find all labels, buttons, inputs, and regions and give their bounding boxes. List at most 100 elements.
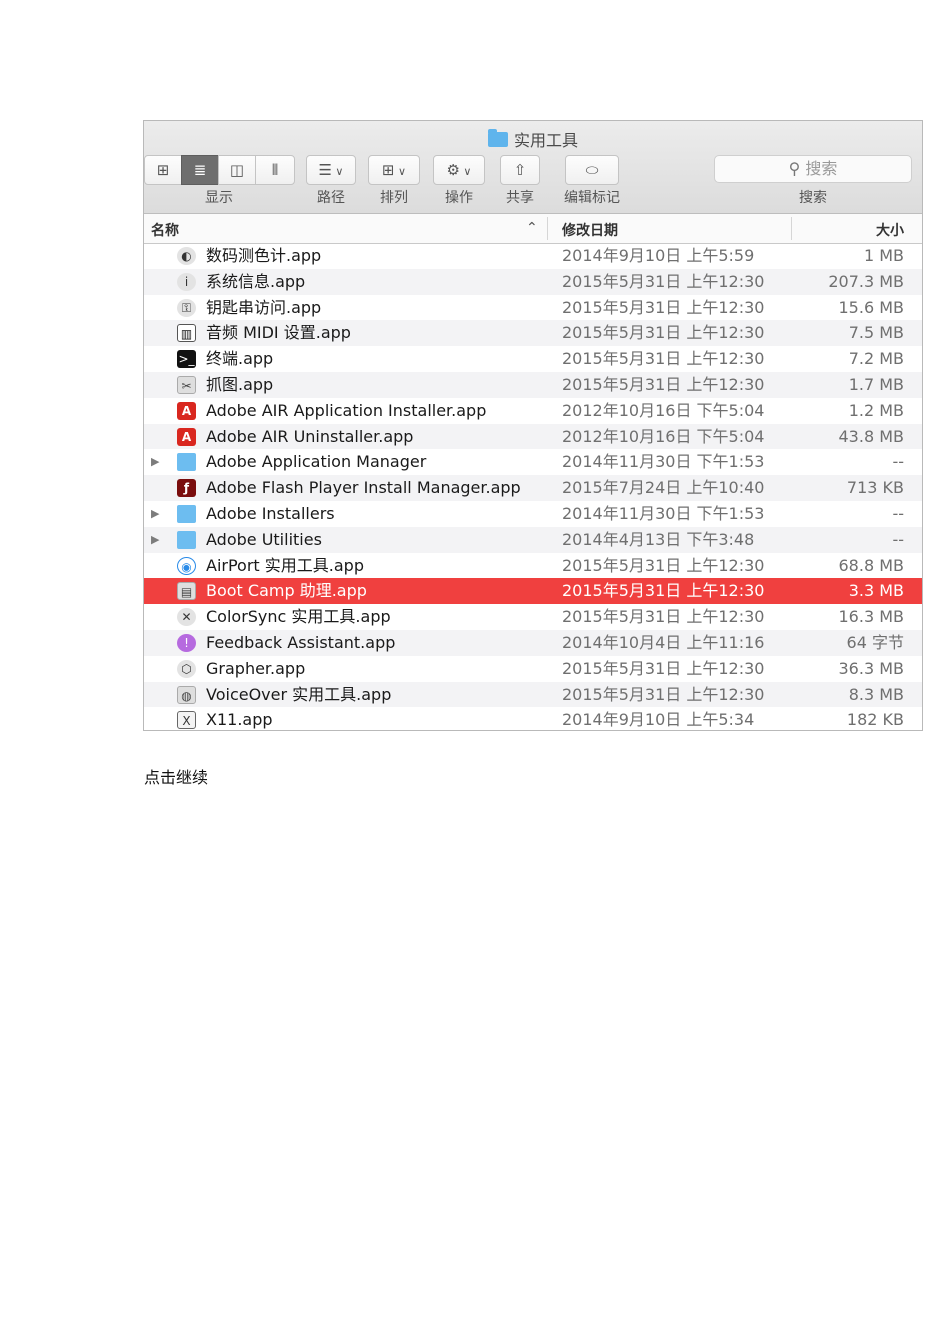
file-row[interactable]: i 系统信息.app 2015年5月31日 上午12:30 207.3 MB bbox=[144, 268, 922, 295]
date-column-header[interactable]: 修改日期 bbox=[562, 220, 618, 240]
file-name: VoiceOver 实用工具.app bbox=[206, 684, 392, 704]
sort-ascending-icon[interactable]: ⌃ bbox=[526, 220, 538, 236]
disclosure-triangle-icon[interactable]: ▶ bbox=[151, 501, 163, 527]
file-date: 2015年5月31日 上午12:30 bbox=[562, 271, 765, 291]
file-row[interactable]: ▤ Boot Camp 助理.app 2015年5月31日 上午12:30 3.3 M… bbox=[144, 578, 922, 605]
file-name: AirPort 实用工具.app bbox=[206, 555, 364, 575]
file-size: 1 MB bbox=[863, 246, 904, 265]
toolbar: 实用工具 ⊞ ≣ ◫ ⫴ 显示 ☰ ∨ 路径 ⊞ ∨ 排列 ⚙ ∨ 操作 ⇧ 共… bbox=[144, 121, 922, 214]
folder-icon bbox=[177, 453, 196, 472]
path-icon: ☰ bbox=[318, 161, 332, 179]
search-placeholder: 搜索 bbox=[805, 159, 838, 178]
file-size: 1.2 MB bbox=[848, 400, 904, 420]
file-date: 2015年5月31日 上午12:30 bbox=[562, 684, 765, 704]
x11-icon: X bbox=[177, 711, 196, 730]
bootcamp-icon: ▤ bbox=[177, 582, 196, 601]
path-button[interactable]: ☰ ∨ bbox=[306, 155, 356, 185]
arrange-icon: ⊞ bbox=[381, 161, 395, 179]
column-header: 名称 ⌃ 修改日期 大小 bbox=[144, 214, 922, 244]
window-title: 实用工具 bbox=[144, 127, 922, 151]
file-name: Adobe AIR Application Installer.app bbox=[206, 400, 487, 420]
file-name: X11.app bbox=[206, 710, 273, 730]
file-name: Adobe Installers bbox=[206, 503, 335, 523]
search-icon: ⚲ bbox=[788, 159, 801, 178]
file-row[interactable]: ! Feedback Assistant.app 2014年10月4日 上午11:1… bbox=[144, 629, 922, 656]
file-row[interactable]: A Adobe AIR Application Installer.app 2012… bbox=[144, 398, 922, 424]
file-row[interactable]: ▶ Adobe Installers 2014年11月30日 下午1:53 -- bbox=[144, 501, 922, 527]
file-size: 1.7 MB bbox=[848, 374, 904, 394]
file-row[interactable]: A Adobe AIR Uninstaller.app 2012年10月16日 下午… bbox=[144, 423, 922, 450]
file-row[interactable]: X X11.app 2014年9月10日 上午5:34 182 KB bbox=[144, 707, 922, 730]
file-name: Grapher.app bbox=[206, 658, 306, 678]
file-size: -- bbox=[892, 452, 904, 472]
folder-icon bbox=[177, 530, 196, 549]
action-button[interactable]: ⚙ ∨ bbox=[433, 155, 485, 185]
size-column-header[interactable]: 大小 bbox=[876, 220, 904, 240]
file-name: ColorSync 实用工具.app bbox=[206, 607, 391, 627]
column-view-button[interactable]: ◫ bbox=[218, 155, 256, 185]
file-name: 钥匙串访问.app bbox=[206, 297, 322, 317]
tag-icon: ⬭ bbox=[585, 161, 599, 179]
list-view-button[interactable]: ≣ bbox=[181, 155, 219, 185]
file-size: 182 KB bbox=[846, 710, 904, 730]
file-row[interactable]: ◍ VoiceOver 实用工具.app 2015年5月31日 上午12:30 8.3… bbox=[144, 681, 922, 708]
file-size: 43.8 MB bbox=[838, 426, 905, 446]
share-label: 共享 bbox=[506, 190, 534, 206]
share-button[interactable]: ⇧ bbox=[500, 155, 540, 185]
file-name: Adobe Utilities bbox=[206, 529, 322, 549]
coverflow-view-button[interactable]: ⫴ bbox=[255, 155, 295, 185]
file-row[interactable]: ✕ ColorSync 实用工具.app 2015年5月31日 上午12:30 16.… bbox=[144, 604, 922, 630]
chevron-down-icon: ∨ bbox=[331, 165, 344, 178]
terminal-icon: >_ bbox=[177, 350, 196, 369]
file-row[interactable]: ▶ Adobe Utilities 2014年4月13日 下午3:48 -- bbox=[144, 526, 922, 553]
file-date: 2012年10月16日 下午5:04 bbox=[562, 426, 765, 446]
adobe-air-icon: A bbox=[177, 401, 196, 420]
file-row[interactable]: ◉ AirPort 实用工具.app 2015年5月31日 上午12:30 68.8 … bbox=[144, 553, 922, 579]
airport-icon: ◉ bbox=[177, 556, 196, 575]
file-row[interactable]: ⬡ Grapher.app 2015年5月31日 上午12:30 36.3 MB bbox=[144, 656, 922, 682]
file-row[interactable]: ✂ 抓图.app 2015年5月31日 上午12:30 1.7 MB bbox=[144, 371, 922, 398]
file-size: -- bbox=[892, 529, 904, 549]
finder-window: 实用工具 ⊞ ≣ ◫ ⫴ 显示 ☰ ∨ 路径 ⊞ ∨ 排列 ⚙ ∨ 操作 ⇧ 共… bbox=[143, 120, 923, 731]
file-date: 2015年5月31日 上午12:30 bbox=[562, 658, 765, 678]
file-row[interactable]: ▶ Adobe Application Manager 2014年11月30日 下午… bbox=[144, 449, 922, 475]
view-label: 显示 bbox=[205, 190, 233, 206]
file-date: 2015年5月31日 上午12:30 bbox=[562, 297, 765, 317]
arrange-button[interactable]: ⊞ ∨ bbox=[368, 155, 420, 185]
file-size: 36.3 MB bbox=[838, 658, 905, 678]
search-input[interactable]: ⚲ 搜索 bbox=[714, 155, 912, 183]
file-size: 64 字节 bbox=[846, 632, 904, 652]
file-size: 68.8 MB bbox=[838, 555, 905, 575]
file-date: 2015年7月24日 上午10:40 bbox=[562, 478, 765, 498]
file-date: 2015年5月31日 上午12:30 bbox=[562, 555, 765, 575]
file-row[interactable]: ƒ Adobe Flash Player Install Manager.app 2… bbox=[144, 475, 922, 501]
file-size: 7.2 MB bbox=[848, 349, 904, 369]
arrange-label: 排列 bbox=[380, 190, 408, 206]
file-date: 2015年5月31日 上午12:30 bbox=[562, 323, 765, 343]
file-name: 终端.app bbox=[206, 349, 274, 369]
file-row[interactable]: ⚿ 钥匙串访问.app 2015年5月31日 上午12:30 15.6 MB bbox=[144, 295, 922, 321]
name-column-header[interactable]: 名称 bbox=[151, 220, 179, 240]
column-divider[interactable] bbox=[547, 217, 548, 240]
icon-view-button[interactable]: ⊞ bbox=[144, 155, 182, 185]
colorsync-icon: ✕ bbox=[177, 608, 196, 627]
chevron-down-icon: ∨ bbox=[394, 165, 407, 178]
search-label: 搜索 bbox=[799, 190, 827, 206]
file-size: 713 KB bbox=[846, 478, 904, 498]
file-row[interactable]: ▥ 音频 MIDI 设置.app 2015年5月31日 上午12:30 7.5 MB bbox=[144, 320, 922, 347]
disclosure-triangle-icon[interactable]: ▶ bbox=[151, 449, 163, 475]
file-date: 2015年5月31日 上午12:30 bbox=[562, 349, 765, 369]
disclosure-triangle-icon[interactable]: ▶ bbox=[151, 527, 163, 553]
colormeter-icon: ◐ bbox=[177, 247, 196, 265]
icon-view-icon: ⊞ bbox=[156, 161, 170, 179]
file-row[interactable]: >_ 终端.app 2015年5月31日 上午12:30 7.2 MB bbox=[144, 346, 922, 372]
file-date: 2014年11月30日 下午1:53 bbox=[562, 503, 765, 523]
file-date: 2015年5月31日 上午12:30 bbox=[562, 374, 765, 394]
file-name: 系统信息.app bbox=[206, 271, 306, 291]
voiceover-icon: ◍ bbox=[177, 685, 196, 704]
file-row[interactable]: ◐ 数码测色计.app 2014年9月10日 上午5:59 1 MB bbox=[144, 243, 922, 269]
file-name: Boot Camp 助理.app bbox=[206, 581, 367, 601]
action-label: 操作 bbox=[445, 190, 473, 206]
column-divider[interactable] bbox=[791, 217, 792, 240]
edit-tags-button[interactable]: ⬭ bbox=[565, 155, 619, 185]
